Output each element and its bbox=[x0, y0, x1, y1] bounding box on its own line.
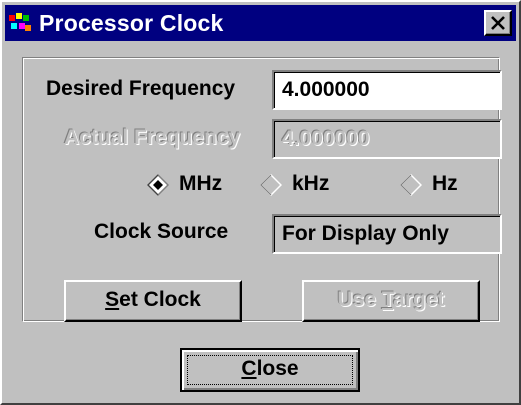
radio-diamond-icon bbox=[400, 174, 422, 196]
title-bar[interactable]: Processor Clock bbox=[5, 5, 516, 41]
window-title: Processor Clock bbox=[39, 10, 224, 36]
close-window-button[interactable] bbox=[484, 10, 512, 36]
use-target-mnemonic: T bbox=[381, 288, 394, 311]
actual-frequency-label: Actual Frequency bbox=[64, 126, 241, 149]
unit-label-hz: Hz bbox=[432, 172, 458, 195]
unit-label-khz: kHz bbox=[292, 172, 330, 195]
focus-rectangle bbox=[187, 355, 353, 385]
clock-source-label: Clock Source bbox=[94, 220, 229, 243]
processor-clock-dialog: Processor Clock Desired Frequency 4.0000… bbox=[0, 0, 521, 405]
set-clock-label: et Clock bbox=[119, 288, 201, 311]
clock-source-field: For Display Only bbox=[272, 214, 502, 254]
app-chip-icon bbox=[9, 13, 31, 31]
use-target-prefix: Use bbox=[337, 288, 382, 311]
set-clock-button[interactable]: Set Clock bbox=[64, 280, 242, 322]
desired-frequency-input[interactable]: 4.000000 bbox=[272, 70, 502, 110]
radio-diamond-icon bbox=[260, 174, 282, 196]
radio-diamond-selected-icon bbox=[147, 174, 169, 196]
close-icon bbox=[491, 16, 505, 30]
use-target-label: arget bbox=[393, 288, 445, 311]
actual-frequency-field: 4.000000 bbox=[272, 119, 502, 159]
close-button[interactable]: Close bbox=[180, 348, 360, 392]
set-clock-mnemonic: S bbox=[105, 288, 120, 311]
unit-label-mhz: MHz bbox=[179, 172, 223, 195]
use-target-button: Use Target bbox=[302, 280, 480, 322]
desired-frequency-label: Desired Frequency bbox=[46, 77, 236, 100]
